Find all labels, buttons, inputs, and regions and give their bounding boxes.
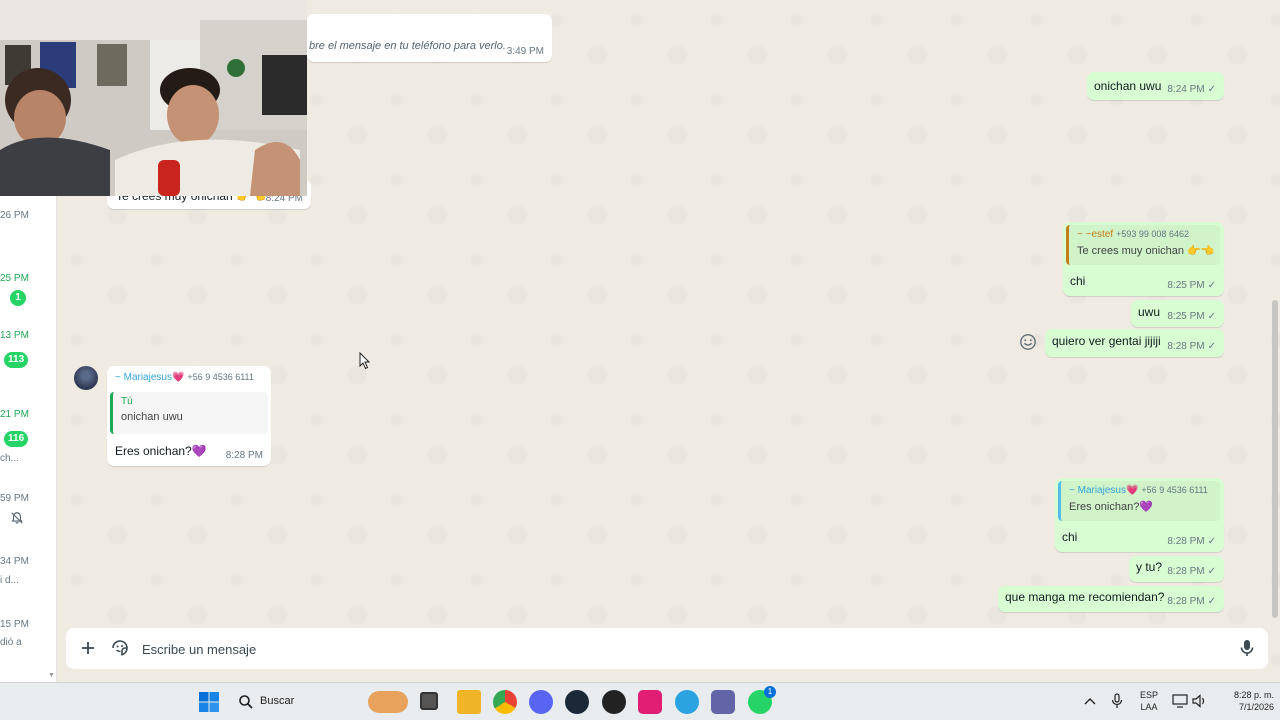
sticker-emoji-icon[interactable] — [110, 638, 130, 658]
chat-list-preview: dió a — [0, 637, 22, 648]
chevron-up-icon[interactable] — [1084, 696, 1096, 706]
task-view-icon[interactable] — [420, 692, 438, 710]
file-explorer-icon[interactable] — [457, 690, 481, 714]
sent-check-icon: ✓ — [1207, 596, 1216, 607]
obs-icon[interactable] — [602, 690, 626, 714]
message-text: que manga me recomiendan? — [1005, 590, 1165, 604]
chat-list-time: 21 PM — [0, 409, 29, 420]
chat-list-time: 25 PM — [0, 273, 29, 284]
incoming-message[interactable]: bre el mensaje en tu teléfono para verlo… — [307, 14, 552, 62]
sender-name[interactable]: ~ Mariajesus💗 — [115, 372, 184, 383]
language-indicator[interactable]: ESP LAA — [1138, 689, 1160, 713]
outgoing-message[interactable]: y tu? 8:28 PM ✓ — [1129, 556, 1224, 582]
quote-phone: +56 9 4536 6111 — [1141, 485, 1208, 495]
message-text: chi — [1070, 274, 1086, 288]
message-composer — [66, 628, 1268, 669]
avatar[interactable] — [74, 366, 98, 390]
sent-check-icon: ✓ — [1207, 566, 1216, 577]
whatsapp-icon[interactable]: 1 — [748, 686, 776, 714]
unread-badge: 1 — [10, 290, 26, 306]
mouse-cursor-icon — [359, 352, 371, 370]
attach-plus-icon[interactable] — [78, 638, 98, 658]
quote-author: ~ ~estef — [1077, 229, 1114, 240]
whatsapp-notification-badge: 1 — [764, 686, 776, 698]
chat-list-time: 34 PM — [0, 556, 29, 567]
teams-icon[interactable] — [711, 690, 735, 714]
message-text: bre el mensaje en tu teléfono para verlo… — [309, 40, 506, 52]
message-time: 8:25 PM ✓ — [1167, 280, 1216, 291]
outgoing-message[interactable]: uwu 8:25 PM ✓ — [1131, 300, 1224, 327]
message-text: Eres onichan?💜 — [115, 444, 207, 458]
quote-author: Tú — [121, 396, 133, 407]
network-icon[interactable] — [1172, 694, 1188, 708]
outgoing-message[interactable]: que manga me recomiendan? 8:28 PM ✓ — [998, 586, 1224, 612]
sent-check-icon: ✓ — [1207, 280, 1216, 291]
message-text: quiero ver gentai jijiji — [1052, 334, 1161, 348]
quote-author: ~ Mariajesus💗 — [1069, 485, 1139, 496]
windows-start-icon[interactable] — [197, 690, 221, 714]
scroll-down-arrow-icon[interactable]: ▼ — [48, 672, 56, 680]
clock-time: 8:28 p. m. — [1233, 690, 1274, 700]
chat-list-time: 59 PM — [0, 493, 29, 504]
steam-icon[interactable] — [565, 690, 589, 714]
message-time: 8:28 PM ✓ — [1167, 596, 1216, 607]
outgoing-reply-message[interactable]: ~ Mariajesus💗 +56 9 4536 6111 Eres onicha… — [1055, 478, 1224, 552]
webcam-feed-image — [0, 0, 307, 196]
telegram-icon[interactable] — [675, 690, 699, 714]
quoted-message[interactable]: Tú onichan uwu — [110, 392, 268, 434]
message-text: chi — [1062, 530, 1078, 544]
outgoing-reply-message[interactable]: ~ ~estef +593 99 008 6462 Te crees muy on… — [1063, 222, 1224, 296]
chat-list-time: 13 PM — [0, 330, 29, 341]
microphone-icon[interactable] — [1237, 638, 1257, 658]
message-time: 8:25 PM ✓ — [1167, 311, 1216, 322]
quote-text: Te crees muy onichan 👉👈 — [1077, 245, 1215, 257]
message-time: 8:28 PM ✓ — [1167, 566, 1216, 577]
unread-badge: 116 — [4, 431, 29, 447]
taskbar-search[interactable]: Buscar — [230, 689, 410, 715]
message-text: onichan uwu — [1094, 79, 1162, 93]
search-label: Buscar — [260, 695, 295, 707]
windows-taskbar: Buscar 1 ESP LAA 8:28 p. m. 7/1/2026 — [0, 682, 1280, 720]
sender-phone: +56 9 4536 6111 — [187, 372, 254, 382]
message-input[interactable] — [142, 638, 1142, 660]
message-time: 8:28 PM ✓ — [1167, 536, 1216, 547]
message-text: y tu? — [1136, 560, 1163, 574]
chat-list-preview: ch... — [0, 453, 19, 464]
sent-check-icon: ✓ — [1207, 311, 1216, 322]
search-icon — [239, 695, 253, 709]
microphone-tray-icon[interactable] — [1110, 693, 1124, 709]
message-time: 8:24 PM ✓ — [1167, 84, 1216, 95]
quoted-message[interactable]: ~ Mariajesus💗 +56 9 4536 6111 Eres onicha… — [1058, 481, 1220, 521]
clock[interactable]: 8:28 p. m. 7/1/2026 — [1214, 689, 1274, 713]
unread-badge: 113 — [4, 352, 29, 368]
webcam-overlay — [0, 0, 307, 196]
quote-phone: +593 99 008 6462 — [1116, 229, 1189, 239]
search-highlight-icon — [368, 691, 408, 713]
muted-bell-icon — [11, 512, 23, 524]
chat-list-time: 15 PM — [0, 619, 29, 630]
sent-check-icon: ✓ — [1207, 84, 1216, 95]
outgoing-message[interactable]: quiero ver gentai jijiji 8:28 PM ✓ — [1045, 329, 1224, 357]
outgoing-message[interactable]: onichan uwu 8:24 PM ✓ — [1087, 72, 1224, 100]
quote-text: onichan uwu — [121, 411, 183, 423]
sent-check-icon: ✓ — [1207, 536, 1216, 547]
chrome-icon[interactable] — [493, 690, 517, 714]
message-time: 8:28 PM — [225, 450, 263, 461]
message-time: 3:49 PM — [506, 46, 544, 57]
emoji-reaction-icon[interactable] — [1019, 333, 1037, 351]
quote-text: Eres onichan?💜 — [1069, 501, 1154, 513]
message-text: uwu — [1138, 305, 1161, 319]
quoted-message[interactable]: ~ ~estef +593 99 008 6462 Te crees muy on… — [1066, 225, 1220, 265]
clock-date: 7/1/2026 — [1238, 702, 1274, 712]
incoming-reply-message[interactable]: ~ Mariajesus💗 +56 9 4536 6111 Tú onichan … — [107, 366, 271, 466]
discord-icon[interactable] — [529, 690, 553, 714]
chat-list-time: 26 PM — [0, 210, 29, 221]
message-time: 8:28 PM ✓ — [1167, 341, 1216, 352]
tiktok-icon[interactable] — [638, 690, 662, 714]
sent-check-icon: ✓ — [1207, 341, 1216, 352]
volume-icon[interactable] — [1192, 694, 1208, 708]
chat-scrollbar[interactable] — [1272, 300, 1278, 618]
chat-list-preview: i d... — [0, 575, 19, 586]
